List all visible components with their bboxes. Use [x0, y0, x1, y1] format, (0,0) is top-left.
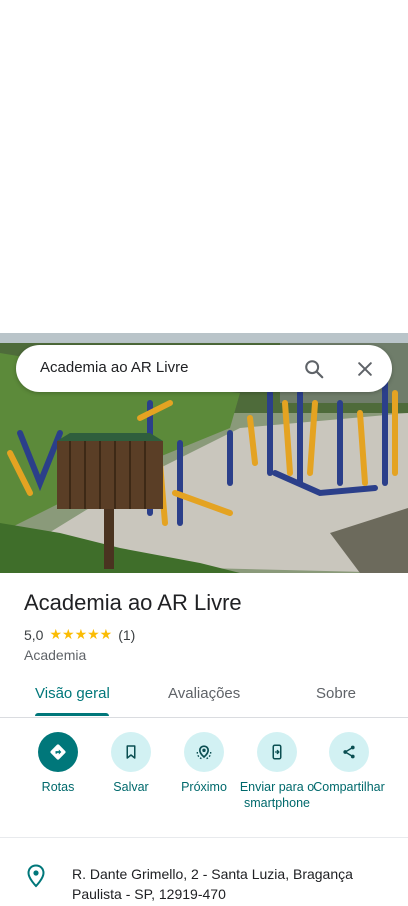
address-row[interactable]: R. Dante Grimello, 2 - Santa Luzia, Brag…	[0, 852, 408, 906]
share-icon[interactable]	[329, 732, 369, 772]
directions-label: Rotas	[41, 780, 75, 794]
search-bar[interactable]: Academia ao AR Livre	[16, 345, 392, 392]
send-to-phone-label: Enviar para o smartphone	[239, 780, 315, 810]
tab-overview[interactable]: Visão geral	[35, 685, 110, 702]
nearby-icon[interactable]	[184, 732, 224, 772]
active-tab-indicator	[35, 713, 109, 716]
save-button[interactable]: Salvar	[91, 730, 171, 795]
tab-reviews[interactable]: Avaliações	[168, 685, 240, 702]
send-to-phone-icon[interactable]	[257, 732, 297, 772]
bookmark-icon[interactable]	[111, 732, 151, 772]
tab-bar: Visão geral Avaliações Sobre	[0, 672, 408, 718]
search-query-text[interactable]: Academia ao AR Livre	[40, 359, 188, 376]
directions-icon[interactable]	[38, 732, 78, 772]
tab-about[interactable]: Sobre	[316, 685, 356, 702]
send-to-phone-button[interactable]: Enviar para o smartphone	[237, 730, 317, 811]
share-button[interactable]: Compartilhar	[309, 730, 389, 795]
address-text: R. Dante Grimello, 2 - Santa Luzia, Brag…	[72, 866, 353, 902]
review-count[interactable]: (1)	[118, 627, 135, 643]
location-pin-icon	[26, 864, 46, 893]
directions-button[interactable]: Rotas	[18, 730, 98, 795]
place-title: Academia ao AR Livre	[24, 590, 242, 615]
place-category: Academia	[24, 647, 87, 663]
rating-value: 5,0	[24, 626, 44, 643]
share-label: Compartilhar	[313, 780, 385, 794]
rating-stars: ★★★★★	[49, 626, 113, 642]
action-bar: Rotas Salvar Próximo Enviar para o smart…	[0, 730, 408, 838]
map-blank-area	[0, 0, 408, 333]
rating-row[interactable]: 5,0 ★★★★★ (1)	[24, 626, 135, 643]
search-icon[interactable]	[301, 356, 327, 382]
save-label: Salvar	[113, 780, 149, 794]
nearby-button[interactable]: Próximo	[164, 730, 244, 795]
nearby-label: Próximo	[181, 780, 227, 794]
close-icon[interactable]	[352, 356, 378, 382]
